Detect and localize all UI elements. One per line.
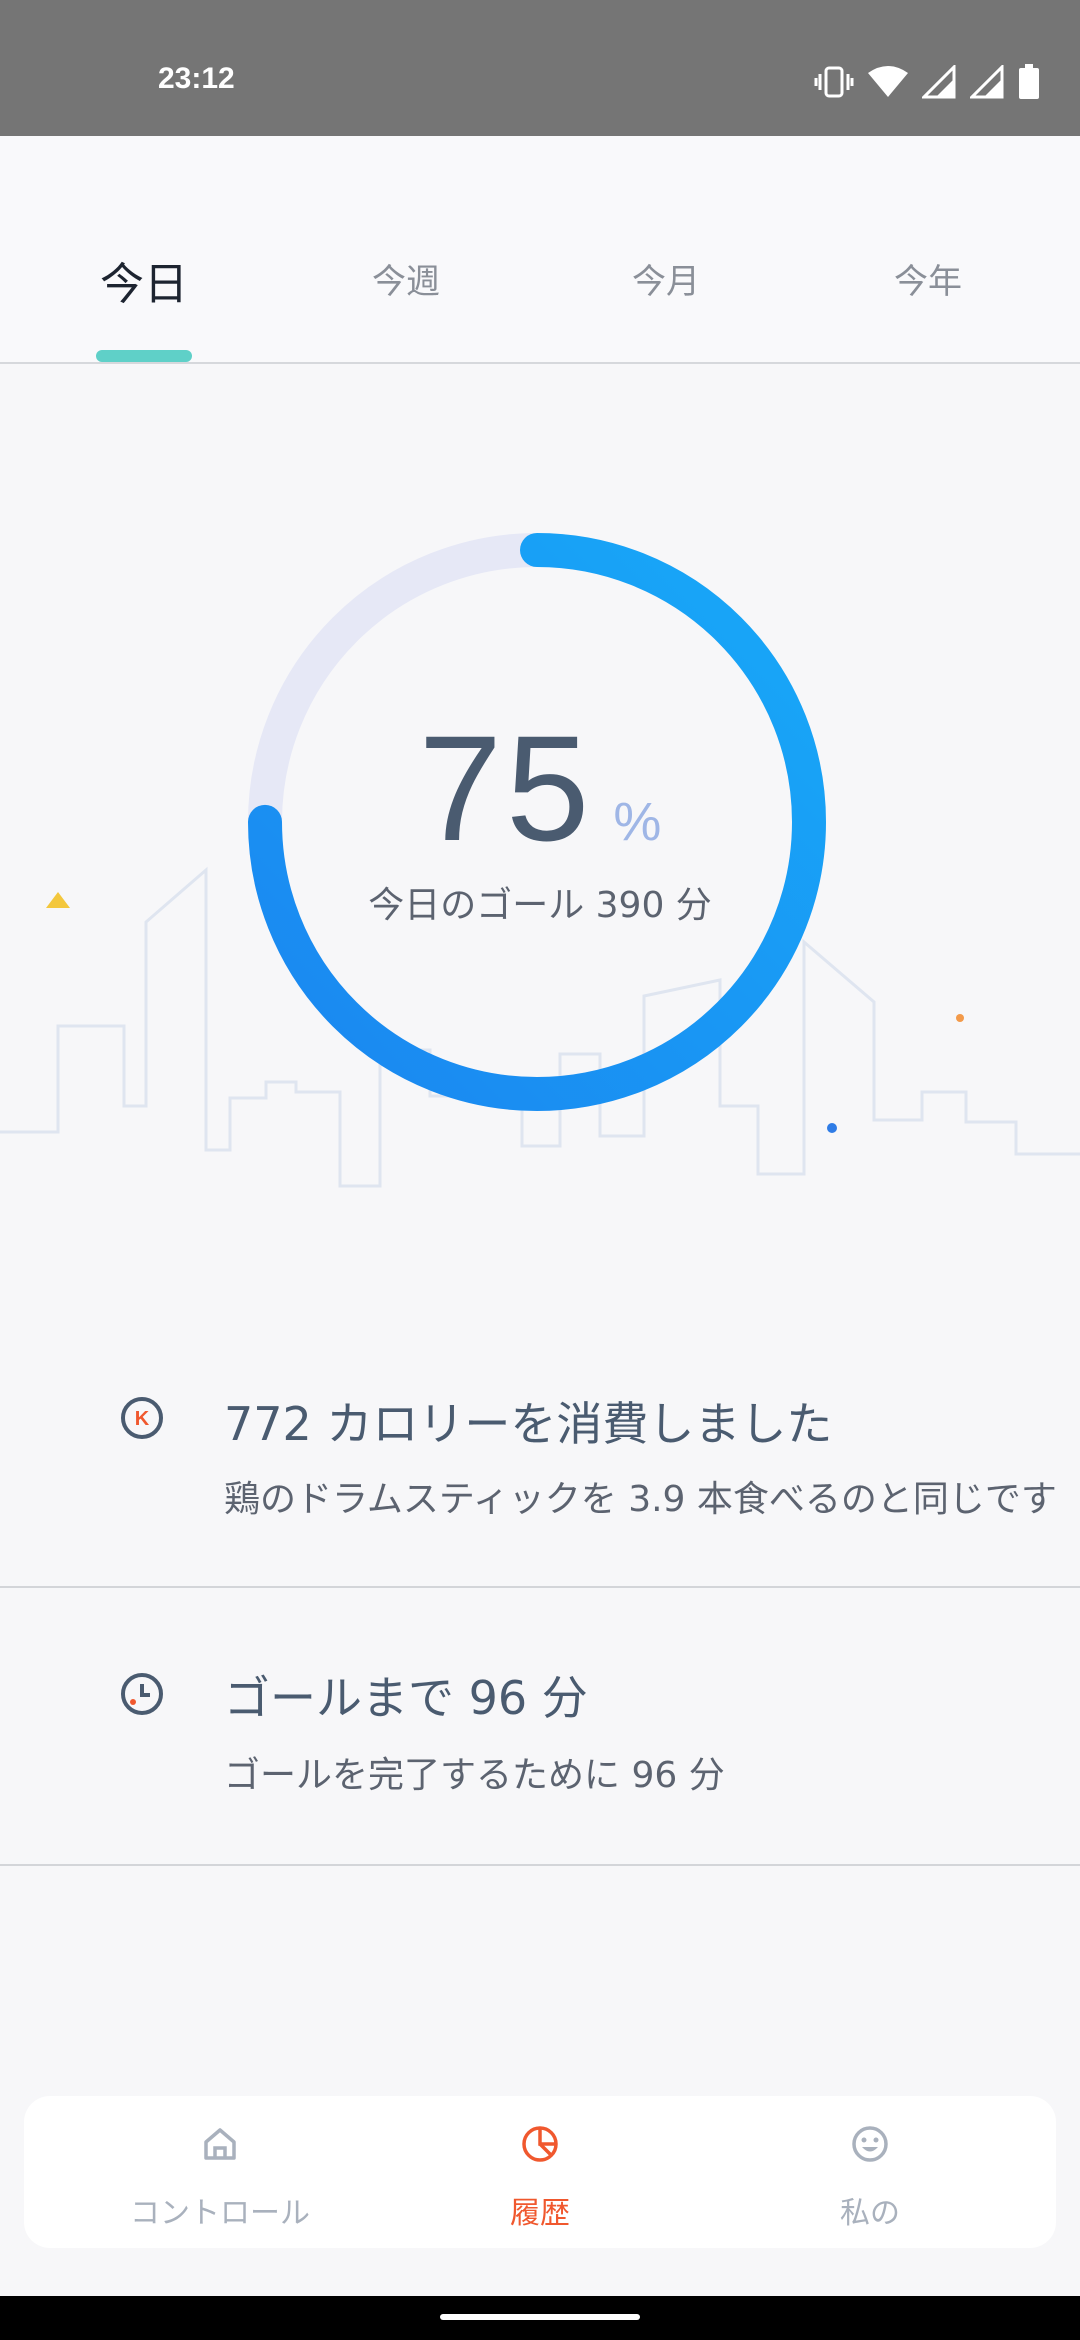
- tab-year[interactable]: 今年: [828, 254, 1028, 303]
- nav-me[interactable]: 私の: [760, 2096, 980, 2248]
- goal-remaining-row[interactable]: ゴールまで 96 分 ゴールを完了するために 96 分: [0, 1588, 1080, 1866]
- svg-text:K: K: [135, 1408, 150, 1430]
- tab-today[interactable]: 今日: [44, 248, 244, 312]
- clock-icon: [121, 1673, 163, 1715]
- nav-control-label: コントロール: [130, 2196, 310, 2231]
- home-gesture-handle[interactable]: [440, 2314, 640, 2320]
- calorie-row[interactable]: K 772 カロリーを消費しました 鶏のドラムスティックを 3.9 本食べるのと…: [0, 1336, 1080, 1588]
- tab-indicator: [96, 350, 192, 362]
- nav-history-label: 履歴: [510, 2196, 570, 2231]
- goal-remaining-subtitle: ゴールを完了するために 96 分: [224, 1755, 725, 1796]
- progress-unit: %: [613, 792, 662, 852]
- home-icon: [204, 2128, 236, 2160]
- progress-value: 75%: [0, 702, 1080, 875]
- status-bar: 23:12: [0, 0, 1080, 136]
- goal-remaining-title: ゴールまで 96 分: [224, 1671, 588, 1725]
- calorie-icon: K: [121, 1397, 163, 1439]
- nav-me-label: 私の: [840, 2196, 900, 2231]
- progress-number: 75: [418, 704, 594, 872]
- battery-icon: [1019, 64, 1039, 99]
- progress-section: 75% 今日のゴール 390 分: [0, 362, 1080, 1262]
- gesture-bar-area: [0, 2296, 1080, 2340]
- nav-control[interactable]: コントロール: [110, 2096, 330, 2248]
- signal-icon-2: [970, 65, 1004, 99]
- calorie-subtitle: 鶏のドラムスティックを 3.9 本食べるのと同じです: [224, 1479, 1057, 1520]
- status-icons: [814, 62, 1040, 102]
- nav-history[interactable]: 履歴: [430, 2096, 650, 2248]
- status-time: 23:12: [158, 62, 235, 95]
- period-tabs: 今日 今週 今月 今年: [0, 136, 1080, 364]
- vibrate-icon: [814, 66, 854, 98]
- wifi-icon: [868, 66, 908, 97]
- calorie-title: 772 カロリーを消費しました: [224, 1397, 833, 1451]
- pie-chart-icon: [522, 2126, 558, 2162]
- bottom-navigation: コントロール 履歴 私の: [24, 2096, 1056, 2248]
- tab-month[interactable]: 今月: [566, 254, 766, 303]
- tab-week[interactable]: 今週: [306, 254, 506, 303]
- daily-goal-label: 今日のゴール 390 分: [368, 885, 712, 926]
- signal-icon: [922, 65, 956, 99]
- smiley-icon: [852, 2126, 888, 2162]
